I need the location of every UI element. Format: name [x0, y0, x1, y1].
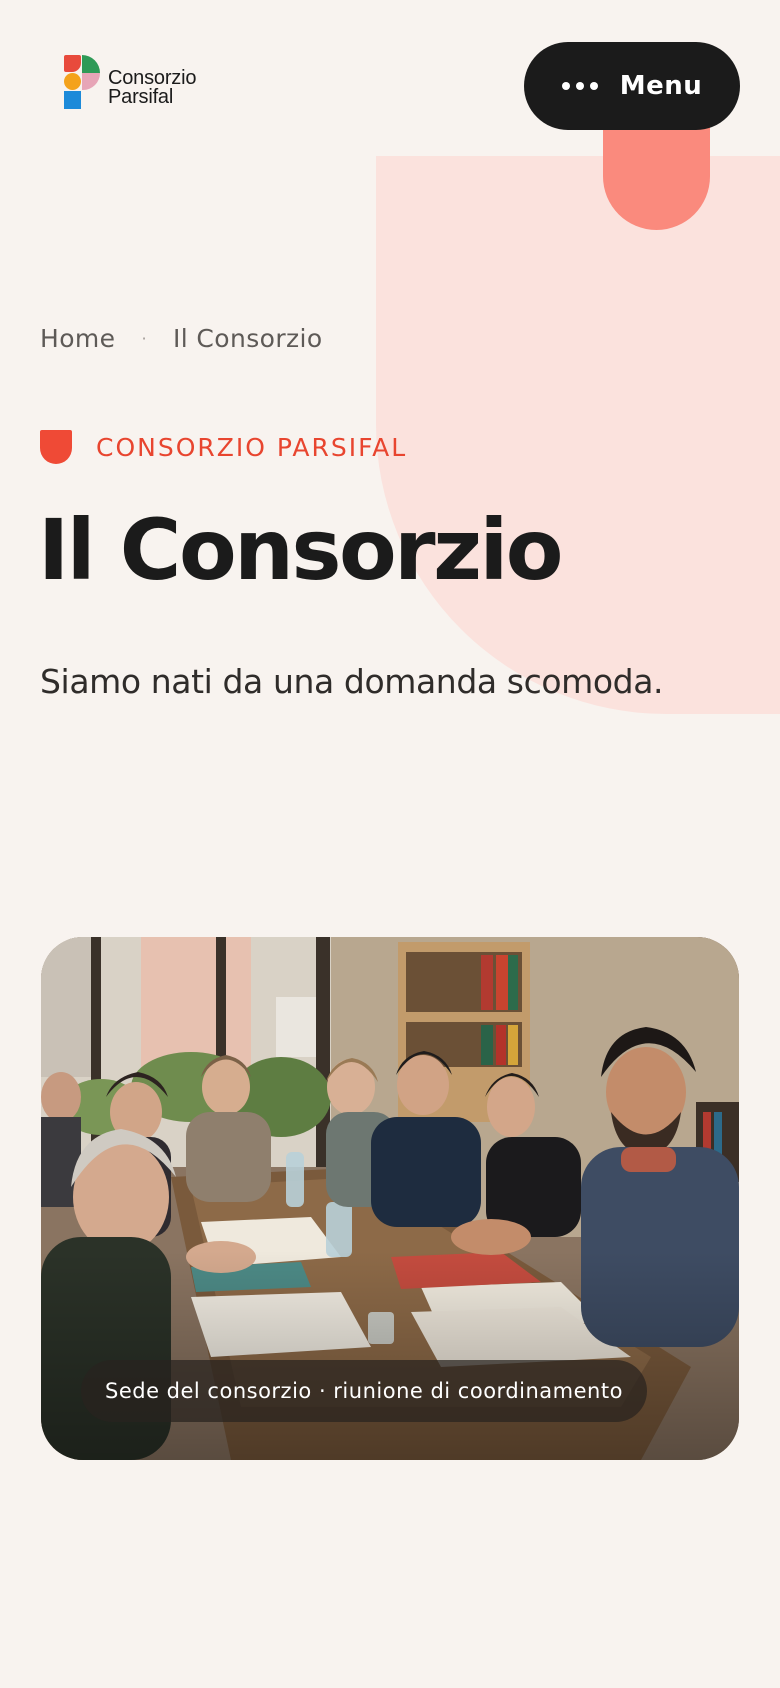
breadcrumb-home[interactable]: Home: [40, 324, 115, 353]
breadcrumb-current: Il Consorzio: [172, 324, 323, 353]
logo-text-line2: Parsifal: [108, 86, 174, 108]
page: Consorzio Parsifal Menu Home · Il Consor…: [0, 0, 780, 1688]
logo-mark-icon: [64, 55, 100, 109]
shield-badge-icon: [40, 430, 72, 464]
logo-link[interactable]: Consorzio Parsifal: [64, 55, 196, 109]
eyebrow: CONSORZIO PARSIFAL: [40, 430, 407, 464]
logo-wordmark: Consorzio Parsifal: [108, 68, 196, 108]
background-decoration: [376, 156, 780, 714]
page-subtitle: Siamo nati da una domanda scomoda.: [40, 662, 664, 701]
breadcrumb-separator: ·: [141, 329, 147, 348]
photo-caption: Sede del consorzio · riunione di coordin…: [81, 1360, 647, 1422]
menu-button-label: Menu: [619, 71, 703, 101]
eyebrow-label: CONSORZIO PARSIFAL: [96, 432, 408, 462]
hero-photo: Sede del consorzio · riunione di coordin…: [41, 937, 739, 1460]
page-title: Il Consorzio: [38, 501, 563, 599]
more-dots-icon: [561, 82, 598, 90]
breadcrumb: Home · Il Consorzio: [40, 324, 323, 353]
menu-button[interactable]: Menu: [524, 42, 740, 130]
